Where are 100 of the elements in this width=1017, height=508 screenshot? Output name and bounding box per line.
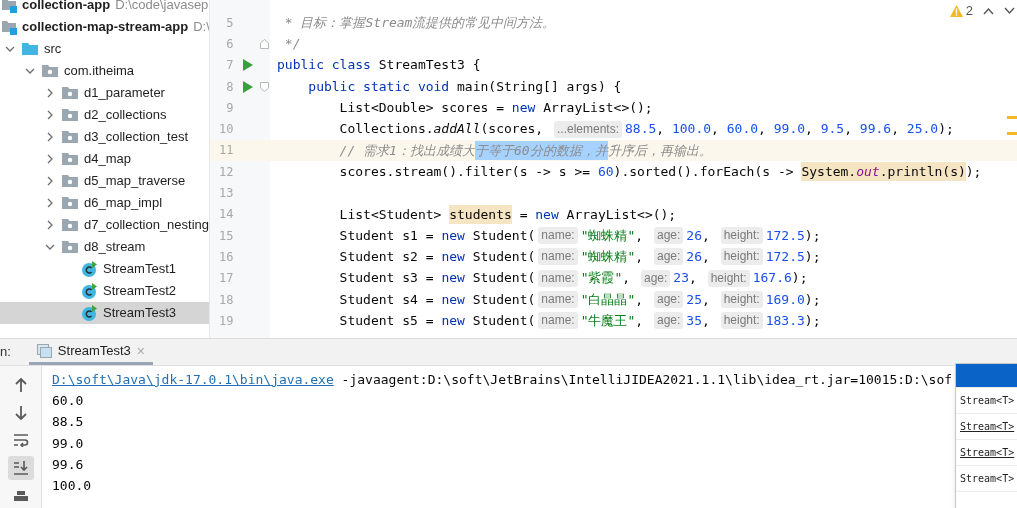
code-text: ); [804,290,821,309]
string-literal: "白晶晶" [580,290,636,309]
line-number: 5 [225,14,234,32]
code-text: ).sorted().forEach(s -> [613,162,795,181]
inlay-hint: ...elements: [553,120,622,138]
tree-item[interactable]: StreamTest1 [0,258,209,280]
code-text: , [656,120,666,139]
line-number: 9 [225,99,234,117]
tree-item-label: src [44,40,62,59]
tree-item[interactable]: com.itheima [0,60,209,82]
code-text: ArrayList<>(); [543,99,653,118]
arrow-up-icon [13,376,28,393]
number-literal: 25 [686,290,702,309]
line-number: 19 [218,312,234,330]
inlay-hint: age: [654,291,684,308]
popup-item[interactable]: Stream<T> [956,414,1017,440]
tree-item[interactable]: collection-app D:\code\javasep [0,0,209,16]
tree-item-label: collection-map-stream-app [22,18,189,37]
tree-item[interactable]: src [0,38,209,60]
arrow-down-icon [13,404,28,421]
tool-window-label: n: [0,343,12,362]
line-number: 12 [218,163,234,181]
inlay-hint: name: [538,227,578,245]
selected-text: 于等于60分的数据，并 [474,140,608,161]
code-text: , [702,290,711,309]
code-text: Student s3 = [338,269,435,288]
string-literal: "蜘蛛精" [580,248,636,267]
code-text: ); [804,312,821,331]
popup-item-text: Stream<T> [960,394,1015,408]
soft-wrap-icon [12,433,29,448]
tree-item-label: collection-app [22,0,111,15]
number-literal: 183.3 [765,312,805,331]
code-text: , [635,248,645,267]
chevron-up-icon[interactable] [983,6,994,15]
tree-item[interactable]: d5_map_traverse [0,170,209,192]
code-text: = [518,205,529,224]
number-literal: 172.5 [765,226,805,245]
comment: */ [283,35,301,54]
code-text: main(String[] args) { [457,77,622,96]
line-number: 13 [218,185,234,202]
tree-item-label: d5_map_traverse [84,172,186,191]
number-literal: 35 [686,312,702,331]
inlay-hint: name: [538,312,578,330]
module-folder-icon [1,19,17,35]
tree-item[interactable]: d4_map [0,148,209,170]
code-text: Student s4 = [338,290,435,309]
tree-item-label: com.itheima [64,62,135,81]
run-icon[interactable] [242,80,253,93]
line-number: 18 [218,291,234,309]
run-tab[interactable]: StreamTest3 × [28,339,153,365]
tree-item[interactable]: d1_parameter [0,82,209,104]
code-text: , [758,120,767,139]
code-text: , [635,290,645,309]
code-text: ); [938,120,954,139]
tree-item-label: d3_collection_test [84,128,189,147]
code-text: 88.5 [52,413,84,432]
code-text: ); [804,226,821,245]
popup-item[interactable] [956,364,1017,388]
tree-item-label: d4_map [84,150,131,169]
warning-count[interactable]: 2 [965,1,973,21]
project-path: D:\ [193,18,209,37]
code-text: , [635,226,645,245]
popup-item[interactable]: Stream<T> [956,388,1017,414]
keyword: public static void [307,77,451,96]
tree-item[interactable]: d3_collection_test [0,126,209,148]
code-text: (scores, [480,120,545,139]
inlay-hint: age: [654,312,684,330]
number-literal: 100.0 [671,120,712,139]
number-literal: 60 [597,162,614,181]
inlay-hint: age: [654,227,684,245]
run-icon[interactable] [242,59,253,72]
tree-item[interactable]: d2_collections [0,104,209,126]
code-text: ArrayList<>(); [566,205,677,224]
comment: // 需求1：找出成绩大 [338,141,475,160]
popup-item[interactable]: Stream<T> [956,440,1017,466]
package-folder-icon [61,173,79,189]
keyword: public class [277,56,372,75]
executable-link[interactable]: D:\soft\Java\jdk-17.0.1\bin\java.exe [52,369,334,390]
tree-item[interactable]: d7_collection_nesting [0,214,209,236]
tree-item[interactable]: collection-map-stream-app D:\ [0,16,209,38]
popup-item[interactable]: Stream<T> [956,466,1017,492]
code-text: Student( [472,226,536,245]
code-text: scores.stream().filter(s -> s >= [338,162,592,181]
tree-item[interactable]: StreamTest2 [0,280,209,302]
number-literal: 99.0 [773,120,806,139]
inlay-hint: height: [720,227,763,245]
line-number: 15 [218,227,234,245]
chevron-down-icon[interactable] [1004,6,1015,15]
tree-item[interactable]: d6_map_impl [0,192,209,214]
line-number: 17 [218,270,234,288]
console-toolbar-button[interactable] [7,456,34,481]
code-text: Student s5 = [338,312,435,331]
tree-item-label: StreamTest1 [103,260,176,279]
tree-item[interactable]: StreamTest3 [0,302,209,324]
code-text: , [622,269,632,288]
tree-item[interactable]: d8_stream [0,236,209,258]
keyword: new [441,290,466,309]
code-text: ); [965,162,982,181]
popup-item-text: Stream<T> [960,420,1015,434]
package-folder-icon [61,239,79,255]
